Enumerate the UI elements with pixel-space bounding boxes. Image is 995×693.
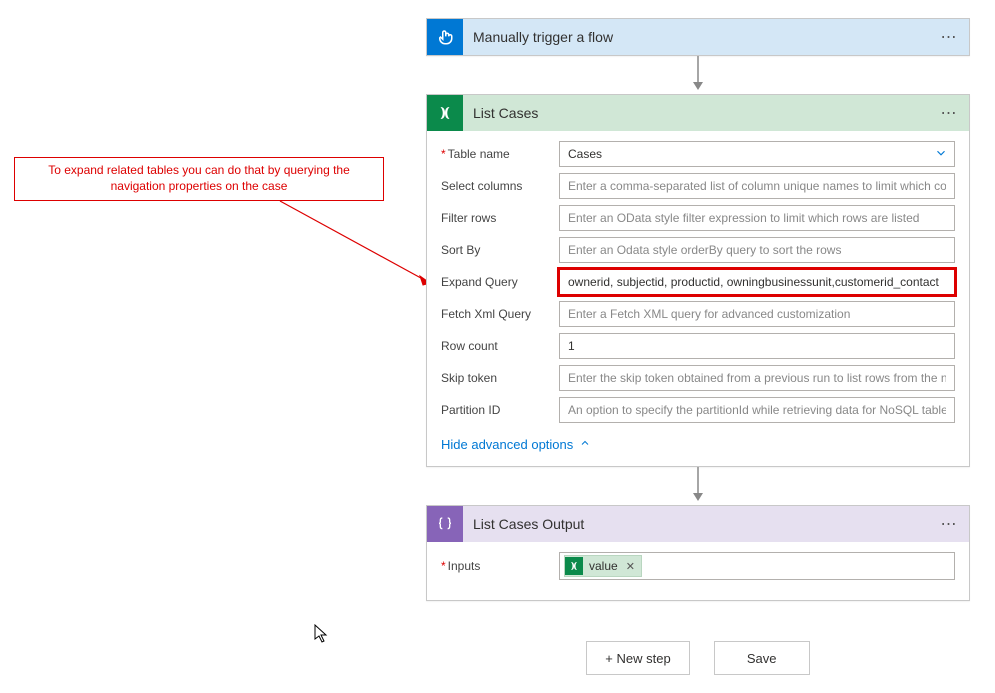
table-name-label: Table name xyxy=(448,147,510,161)
trigger-title: Manually trigger a flow xyxy=(463,29,937,45)
connector-arrow xyxy=(426,467,970,505)
token-label: value xyxy=(589,559,618,573)
new-step-button[interactable]: + New step xyxy=(586,641,689,675)
token-remove-icon[interactable]: ✕ xyxy=(626,560,635,573)
hide-advanced-toggle[interactable]: Hide advanced options xyxy=(441,437,591,452)
list-cases-header[interactable]: List Cases ⋯ xyxy=(427,95,969,131)
save-button[interactable]: Save xyxy=(714,641,810,675)
row-count-input[interactable] xyxy=(559,333,955,359)
partition-id-label: Partition ID xyxy=(441,403,559,417)
sort-by-input[interactable] xyxy=(559,237,955,263)
fetch-xml-label: Fetch Xml Query xyxy=(441,307,559,321)
inputs-label: Inputs xyxy=(448,559,481,573)
inputs-field[interactable]: value ✕ xyxy=(559,552,955,580)
skip-token-label: Skip token xyxy=(441,371,559,385)
fetch-xml-input[interactable] xyxy=(559,301,955,327)
dataverse-icon xyxy=(565,557,583,575)
cursor-icon xyxy=(314,624,330,647)
output-card: List Cases Output ⋯ *Inputs value xyxy=(426,505,970,601)
skip-token-input[interactable] xyxy=(559,365,955,391)
connector-arrow xyxy=(426,56,970,94)
filter-rows-input[interactable] xyxy=(559,205,955,231)
list-cases-card: List Cases ⋯ *Table name Cases xyxy=(426,94,970,467)
expand-query-input[interactable] xyxy=(559,269,955,295)
output-title: List Cases Output xyxy=(463,516,937,532)
chevron-down-icon xyxy=(934,146,948,163)
braces-icon xyxy=(427,506,463,542)
expand-query-label: Expand Query xyxy=(441,275,559,289)
list-cases-title: List Cases xyxy=(463,105,937,121)
output-menu-icon[interactable]: ⋯ xyxy=(937,514,961,534)
filter-rows-label: Filter rows xyxy=(441,211,559,225)
touch-icon xyxy=(427,19,463,55)
chevron-up-icon xyxy=(579,437,591,452)
select-columns-input[interactable] xyxy=(559,173,955,199)
trigger-menu-icon[interactable]: ⋯ xyxy=(937,27,961,47)
output-header[interactable]: List Cases Output ⋯ xyxy=(427,506,969,542)
row-count-label: Row count xyxy=(441,339,559,353)
dataverse-icon xyxy=(427,95,463,131)
partition-id-input[interactable] xyxy=(559,397,955,423)
select-columns-label: Select columns xyxy=(441,179,559,193)
table-name-select[interactable]: Cases xyxy=(559,141,955,167)
sort-by-label: Sort By xyxy=(441,243,559,257)
table-name-value: Cases xyxy=(568,147,602,161)
hide-advanced-label: Hide advanced options xyxy=(441,437,573,452)
list-cases-menu-icon[interactable]: ⋯ xyxy=(937,103,961,123)
trigger-card[interactable]: Manually trigger a flow ⋯ xyxy=(426,18,970,56)
value-token[interactable]: value ✕ xyxy=(564,555,642,577)
